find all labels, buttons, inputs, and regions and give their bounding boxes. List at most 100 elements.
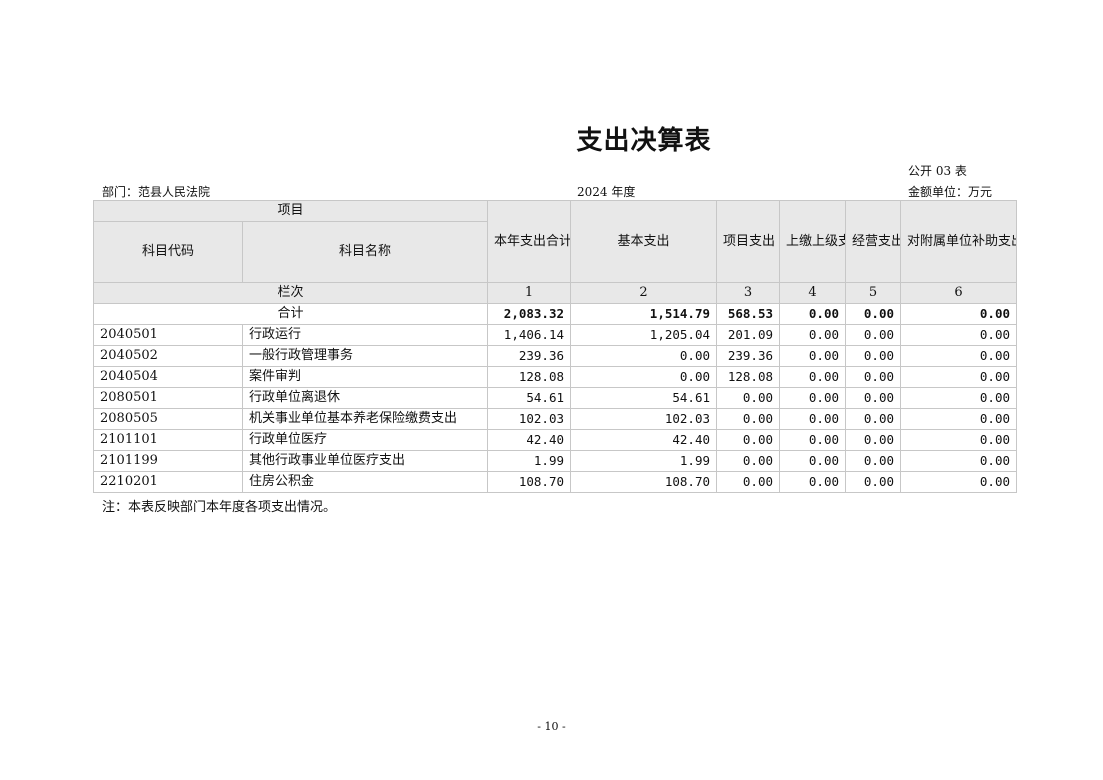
row-value: 0.00 xyxy=(716,429,781,451)
header-code: 科目代码 xyxy=(93,221,243,283)
row-value: 0.00 xyxy=(900,471,1018,493)
row-value: 0.00 xyxy=(779,471,847,493)
row-value: 239.36 xyxy=(716,345,781,367)
row-value: 108.70 xyxy=(570,471,718,493)
row-value: 0.00 xyxy=(779,366,847,388)
row-name: 一般行政管理事务 xyxy=(241,345,489,367)
currency-unit: 金额单位：万元 xyxy=(908,185,993,199)
row-value: 128.08 xyxy=(716,366,781,388)
row-code: 2080501 xyxy=(93,387,243,409)
index-cell: 3 xyxy=(716,282,781,304)
row-value: 0.00 xyxy=(900,324,1018,346)
table-row: 2040501 行政运行 1,406.14 1,205.04 201.09 0.00 0.0… xyxy=(93,324,1018,346)
header-upper: 上缴上级支出 xyxy=(779,200,847,283)
row-value: 0.00 xyxy=(570,366,718,388)
header-subsidy: 对附属单位补助支出 xyxy=(900,200,1018,283)
header-total: 本年支出合计 xyxy=(487,200,572,283)
row-code: 2040502 xyxy=(93,345,243,367)
row-name: 行政单位离退休 xyxy=(241,387,489,409)
index-cell: 5 xyxy=(845,282,902,304)
row-value: 0.00 xyxy=(900,387,1018,409)
row-value: 42.40 xyxy=(570,429,718,451)
row-value: 0.00 xyxy=(716,450,781,472)
row-value: 42.40 xyxy=(487,429,572,451)
row-value: 0.00 xyxy=(845,324,902,346)
row-value: 0.00 xyxy=(716,387,781,409)
row-code: 2101101 xyxy=(93,429,243,451)
row-code: 2210201 xyxy=(93,471,243,493)
index-cell: 6 xyxy=(900,282,1018,304)
page-title: 支出决算表 xyxy=(576,126,712,156)
index-label: 栏次 xyxy=(92,282,489,304)
row-value: 0.00 xyxy=(845,450,902,472)
table-note: 注：本表反映部门本年度各项支出情况。 xyxy=(102,500,337,515)
row-value: 128.08 xyxy=(487,366,572,388)
row-value: 201.09 xyxy=(716,324,781,346)
header-business: 经营支出 xyxy=(845,200,902,283)
row-name: 案件审判 xyxy=(241,366,489,388)
row-value: 0.00 xyxy=(845,408,902,430)
table-row: 2040502 一般行政管理事务 239.36 0.00 239.36 0.00 0.00 0… xyxy=(93,345,1018,367)
total-value: 0.00 xyxy=(900,303,1018,325)
table-row: 2210201 住房公积金 108.70 108.70 0.00 0.00 0.00 0.00 xyxy=(93,471,1018,493)
row-value: 102.03 xyxy=(487,408,572,430)
row-value: 54.61 xyxy=(487,387,572,409)
row-code: 2040501 xyxy=(93,324,243,346)
total-label: 合计 xyxy=(92,303,489,325)
department-label: 部门：范县人民法院 xyxy=(102,185,211,199)
row-code: 2101199 xyxy=(93,450,243,472)
total-value: 0.00 xyxy=(845,303,902,325)
table-row: 2080501 行政单位离退休 54.61 54.61 0.00 0.00 0.00 0.00 xyxy=(93,387,1018,409)
row-value: 108.70 xyxy=(487,471,572,493)
row-value: 0.00 xyxy=(570,345,718,367)
row-value: 0.00 xyxy=(845,429,902,451)
index-cell: 4 xyxy=(779,282,847,304)
row-value: 0.00 xyxy=(900,345,1018,367)
row-name: 住房公积金 xyxy=(241,471,489,493)
row-value: 0.00 xyxy=(845,387,902,409)
row-value: 1.99 xyxy=(570,450,718,472)
row-value: 0.00 xyxy=(716,471,781,493)
row-value: 0.00 xyxy=(845,471,902,493)
row-value: 0.00 xyxy=(779,345,847,367)
row-value: 0.00 xyxy=(845,366,902,388)
table-row: 2101101 行政单位医疗 42.40 42.40 0.00 0.00 0.00 0.00 xyxy=(93,429,1018,451)
table-row: 2101199 其他行政事业单位医疗支出 1.99 1.99 0.00 0.00 0.00 0… xyxy=(93,450,1018,472)
header-basic: 基本支出 xyxy=(570,200,718,283)
expenditure-table: 项目 本年支出合计 基本支出 项目支出 上缴上级支出 经营支出 对附属单位补助支… xyxy=(92,200,1018,493)
row-value: 0.00 xyxy=(779,429,847,451)
total-value: 2,083.32 xyxy=(487,303,572,325)
row-value: 0.00 xyxy=(900,450,1018,472)
header-project: 项目 xyxy=(92,200,489,222)
table-row: 2080505 机关事业单位基本养老保险缴费支出 102.03 102.03 0.00 0… xyxy=(93,408,1018,430)
row-code: 2080505 xyxy=(93,408,243,430)
header-name: 科目名称 xyxy=(241,221,489,283)
page-number: - 10 - xyxy=(537,720,566,733)
index-cell: 2 xyxy=(570,282,718,304)
row-value: 102.03 xyxy=(570,408,718,430)
form-code: 公开 03 表 xyxy=(908,164,967,178)
fiscal-year: 2024 年度 xyxy=(577,185,636,199)
total-row: 合计 2,083.32 1,514.79 568.53 0.00 0.00 0.… xyxy=(92,303,1018,325)
row-value: 0.00 xyxy=(779,387,847,409)
table-row: 2040504 案件审判 128.08 0.00 128.08 0.00 0.00 0.00 xyxy=(93,366,1018,388)
row-value: 0.00 xyxy=(779,408,847,430)
row-value: 0.00 xyxy=(845,345,902,367)
row-name: 其他行政事业单位医疗支出 xyxy=(241,450,489,472)
row-value: 1,205.04 xyxy=(570,324,718,346)
index-cell: 1 xyxy=(487,282,572,304)
row-name: 行政单位医疗 xyxy=(241,429,489,451)
row-name: 机关事业单位基本养老保险缴费支出 xyxy=(241,408,489,430)
row-name: 行政运行 xyxy=(241,324,489,346)
row-value: 54.61 xyxy=(570,387,718,409)
row-value: 0.00 xyxy=(779,450,847,472)
row-value: 239.36 xyxy=(487,345,572,367)
row-code: 2040504 xyxy=(93,366,243,388)
total-value: 1,514.79 xyxy=(570,303,718,325)
row-value: 0.00 xyxy=(900,408,1018,430)
row-value: 0.00 xyxy=(716,408,781,430)
total-value: 0.00 xyxy=(779,303,847,325)
row-value: 0.00 xyxy=(900,366,1018,388)
row-value: 0.00 xyxy=(779,324,847,346)
header-project-exp: 项目支出 xyxy=(716,200,781,283)
